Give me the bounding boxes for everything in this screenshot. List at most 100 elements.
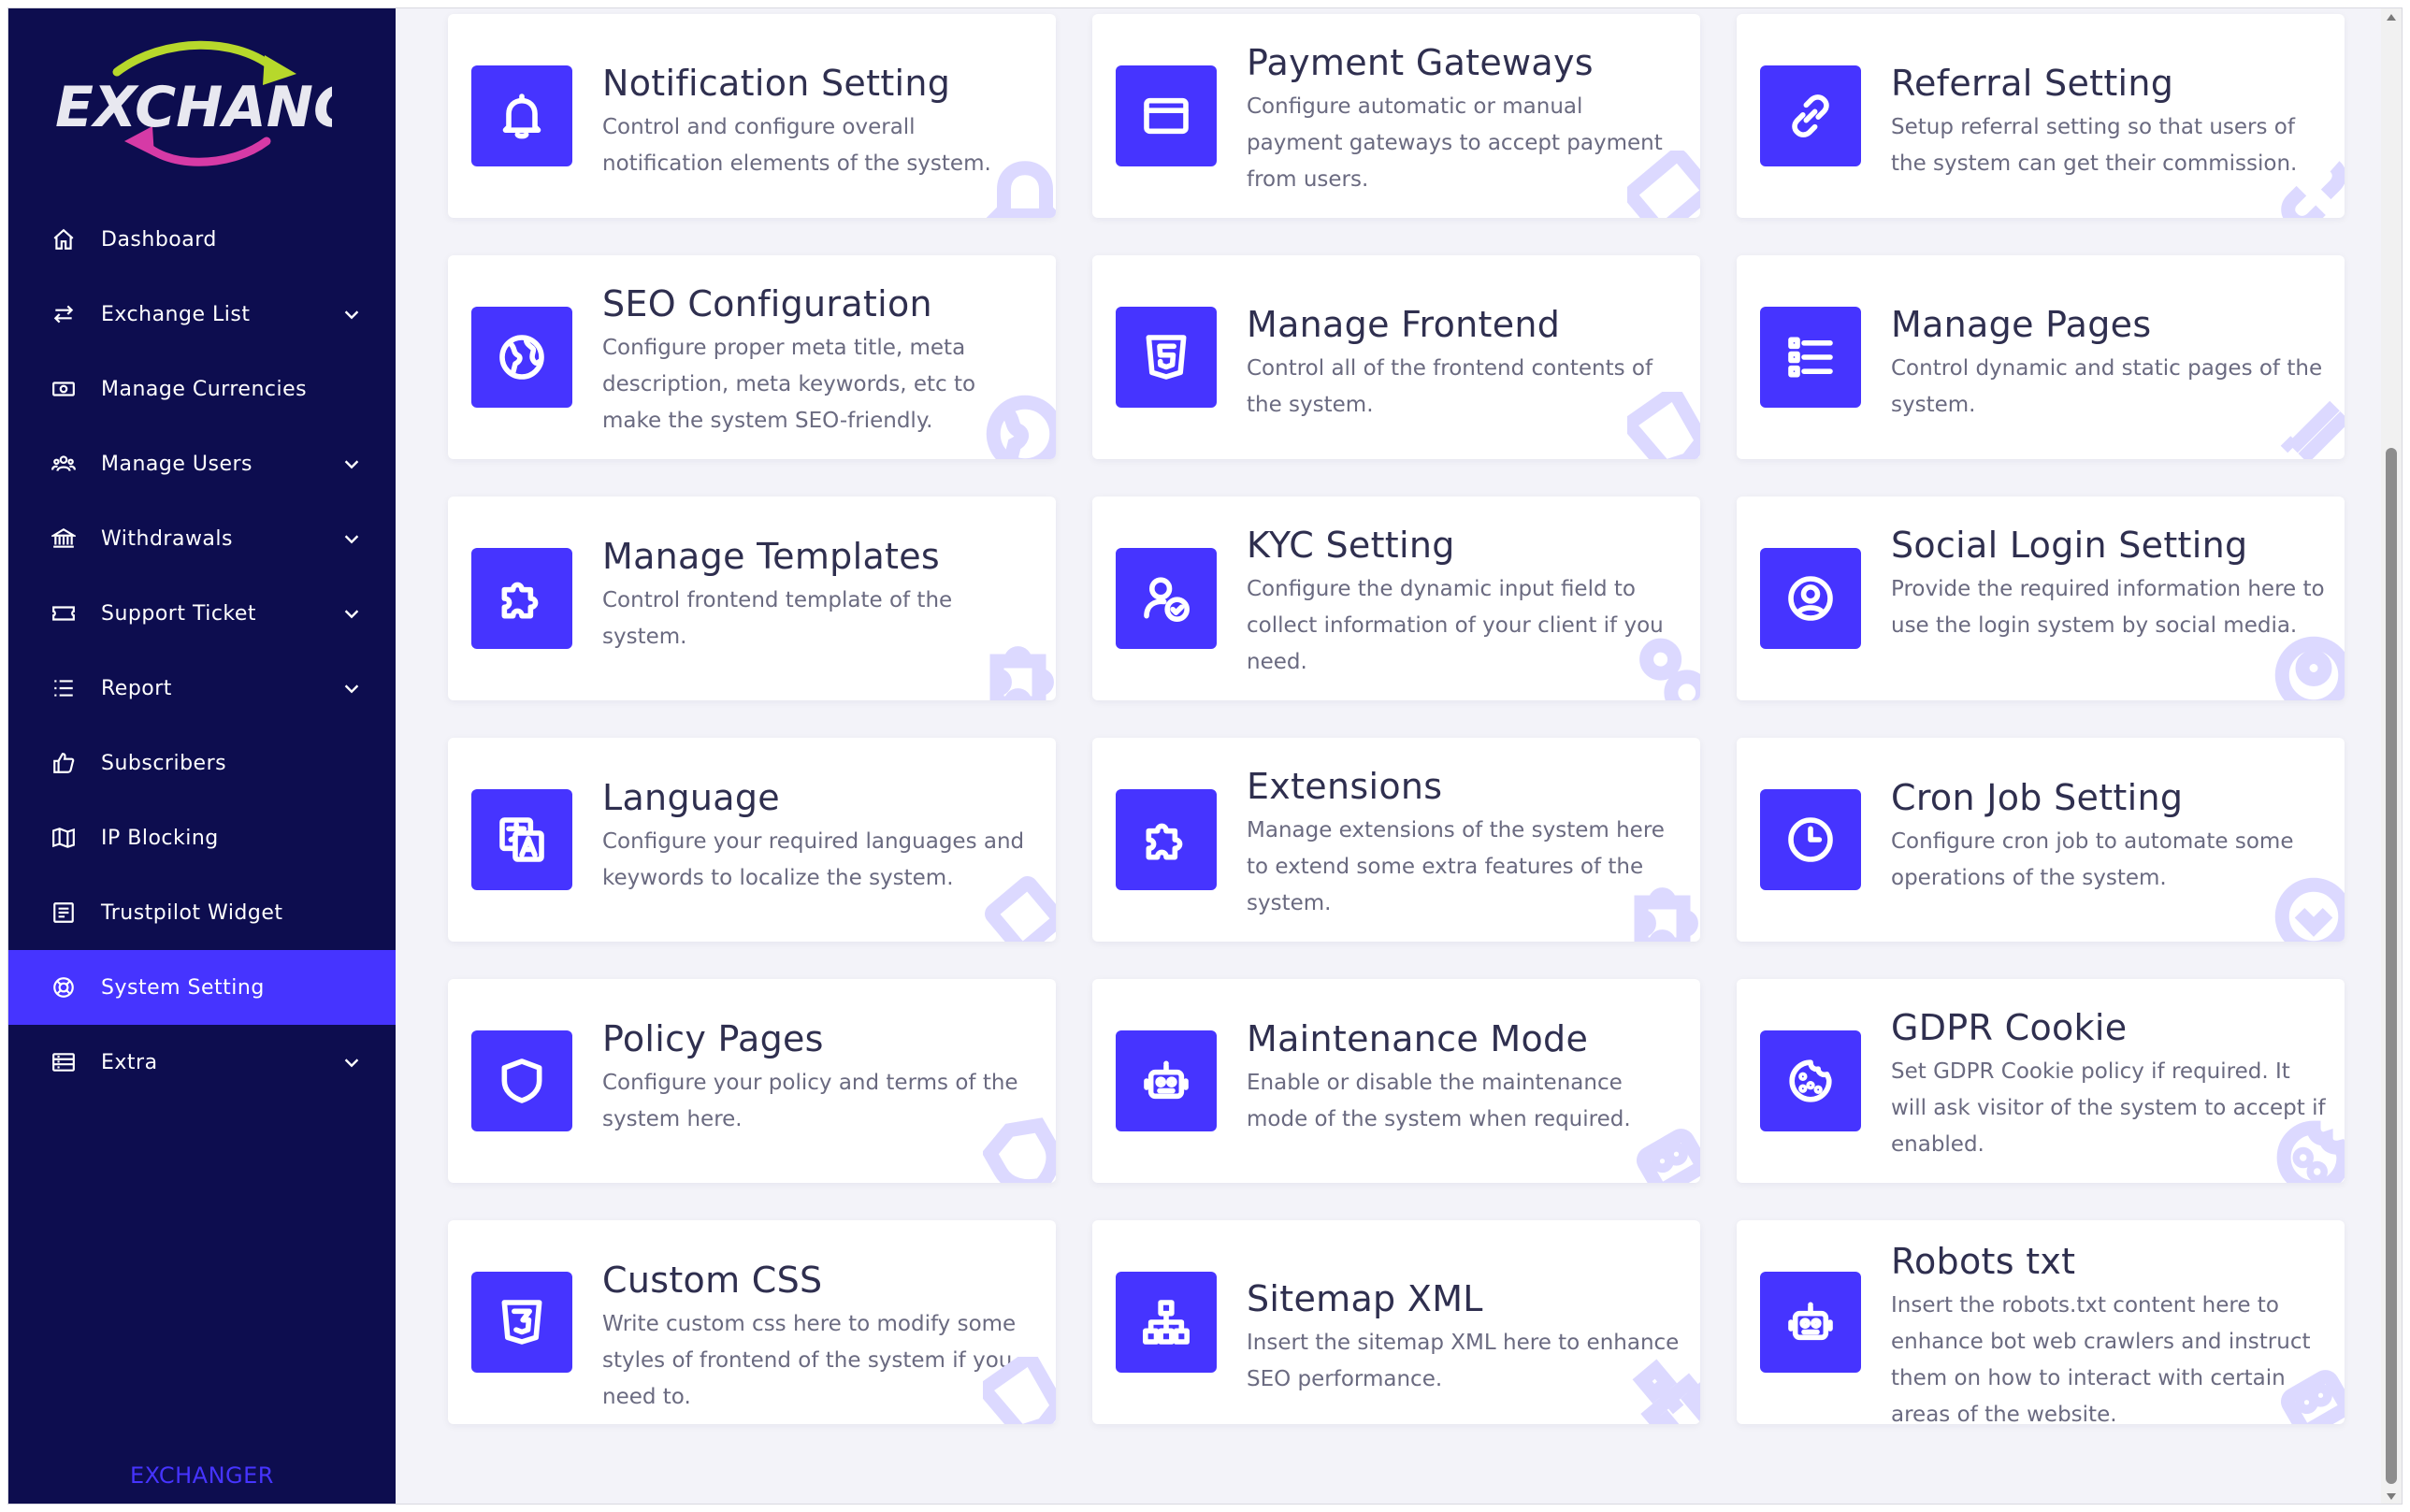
card-description: Manage extensions of the system here to …: [1247, 818, 1665, 915]
list-details-watermark-icon: [2272, 392, 2345, 459]
clock-watermark-icon: [2272, 874, 2345, 942]
card-manage-pages[interactable]: Manage Pages Control dynamic and static …: [1737, 255, 2345, 459]
sidebar-item-label: Withdrawals: [101, 526, 233, 551]
sidebar-item-label: Report: [101, 676, 172, 700]
card-gdpr-cookie[interactable]: GDPR Cookie Set GDPR Cookie policy if re…: [1737, 979, 2345, 1183]
cookie-icon: [1760, 1030, 1861, 1131]
card-title: Robots txt: [1891, 1241, 2076, 1282]
card-payment-gateways[interactable]: Payment Gateways Configure automatic or …: [1092, 14, 1700, 218]
sidebar-item-withdrawals[interactable]: Withdrawals: [8, 501, 396, 576]
card-title: KYC Setting: [1247, 525, 1455, 566]
card-title: Social Login Setting: [1891, 525, 2248, 566]
card-title: Manage Pages: [1891, 304, 2152, 345]
html5-icon: [1116, 307, 1217, 408]
logo-graphic: EXCHANGE: [55, 40, 397, 166]
thumbs-up-icon: [51, 750, 77, 776]
sidebar-item-label: System Setting: [101, 975, 265, 1000]
card-description: Control dynamic and static pages of the …: [1891, 356, 2323, 417]
card-title: Referral Setting: [1891, 63, 2174, 104]
home-icon: [51, 226, 77, 252]
credit-card-icon: [1116, 65, 1217, 166]
sidebar-item-label: Manage Users: [101, 452, 253, 476]
card-description: Configure cron job to automate some oper…: [1891, 829, 2294, 890]
card-description: Provide the required information here to…: [1891, 577, 2325, 638]
life-ring-icon: [51, 974, 77, 1001]
sitemap-icon: [1116, 1272, 1217, 1373]
card-description: Control frontend template of the system.: [602, 588, 953, 649]
chevron-down-icon: [341, 1052, 362, 1073]
card-social-login-setting[interactable]: Social Login Setting Provide the require…: [1737, 497, 2345, 700]
card-maintenance-mode[interactable]: Maintenance Mode Enable or disable the m…: [1092, 979, 1700, 1183]
scroll-down-arrow-icon[interactable]: [2387, 1493, 2396, 1500]
sidebar-item-subscribers[interactable]: Subscribers: [8, 726, 396, 800]
svg-text:EXCHANGE: EXCHANGE: [55, 75, 332, 140]
card-sitemap-xml[interactable]: Sitemap XML Insert the sitemap XML here …: [1092, 1220, 1700, 1424]
bell-watermark-icon: [983, 151, 1056, 218]
sidebar-item-manage-currencies[interactable]: Manage Currencies: [8, 352, 396, 426]
card-title: SEO Configuration: [602, 283, 932, 324]
card-robots-txt[interactable]: Robots txt Insert the robots.txt content…: [1737, 1220, 2345, 1424]
robot-icon: [1116, 1030, 1217, 1131]
card-extensions[interactable]: Extensions Manage extensions of the syst…: [1092, 738, 1700, 942]
sidebar-item-trustpilot-widget[interactable]: Trustpilot Widget: [8, 875, 396, 950]
scroll-up-arrow-icon[interactable]: [2387, 14, 2396, 21]
card-custom-css[interactable]: Custom CSS Write custom css here to modi…: [448, 1220, 1056, 1424]
card-policy-pages[interactable]: Policy Pages Configure your policy and t…: [448, 979, 1056, 1183]
card-description: Control all of the frontend contents of …: [1247, 356, 1653, 417]
card-title: Cron Job Setting: [1891, 777, 2184, 818]
bank-icon: [51, 526, 77, 552]
link-watermark-icon: [2272, 151, 2345, 218]
sidebar-item-system-setting[interactable]: System Setting: [8, 950, 396, 1025]
sidebar-footer-brand: EXCHANGER: [130, 1462, 274, 1489]
card-kyc-setting[interactable]: KYC Setting Configure the dynamic input …: [1092, 497, 1700, 700]
sidebar-item-label: Manage Currencies: [101, 377, 308, 401]
card-title: Language: [602, 777, 780, 818]
card-cron-job-setting[interactable]: Cron Job Setting Configure cron job to a…: [1737, 738, 2345, 942]
list-icon: [51, 675, 77, 701]
credit-card-watermark-icon: [1624, 148, 1700, 218]
card-title: Payment Gateways: [1247, 42, 1594, 83]
chevron-down-icon: [341, 678, 362, 698]
card-seo-configuration[interactable]: SEO Configuration Configure proper meta …: [448, 255, 1056, 459]
card-referral-setting[interactable]: Referral Setting Setup referral setting …: [1737, 14, 2345, 218]
puzzle-watermark-icon: [1627, 874, 1700, 942]
card-description: Set GDPR Cookie policy if required. It w…: [1891, 1059, 2326, 1157]
scrollbar-thumb[interactable]: [2386, 448, 2397, 1484]
sidebar-item-label: Extra: [101, 1050, 158, 1074]
card-title: Notification Setting: [602, 63, 951, 104]
chevron-down-icon: [341, 603, 362, 624]
robot-icon: [1760, 1272, 1861, 1373]
card-description: Configure your required languages and ke…: [602, 829, 1025, 890]
card-description: Setup referral setting so that users of …: [1891, 115, 2298, 176]
widget-icon: [51, 900, 77, 926]
ticket-icon: [51, 600, 77, 626]
list-details-icon: [1760, 307, 1861, 408]
language-icon: [471, 789, 572, 890]
card-title: Custom CSS: [602, 1260, 823, 1301]
sidebar-item-ip-blocking[interactable]: IP Blocking: [8, 800, 396, 875]
card-language[interactable]: Language Configure your required languag…: [448, 738, 1056, 942]
globe-icon: [471, 307, 572, 408]
card-title: Policy Pages: [602, 1018, 824, 1059]
card-description: Configure your policy and terms of the s…: [602, 1071, 1018, 1131]
card-notification-setting[interactable]: Notification Setting Control and configu…: [448, 14, 1056, 218]
sidebar-item-manage-users[interactable]: Manage Users: [8, 426, 396, 501]
money-icon: [51, 376, 77, 402]
vertical-scrollbar[interactable]: [2381, 8, 2402, 1504]
globe-watermark-icon: [983, 392, 1056, 459]
card-title: Maintenance Mode: [1247, 1018, 1589, 1059]
robot-watermark-icon: [1627, 1116, 1700, 1183]
card-manage-templates[interactable]: Manage Templates Control frontend templa…: [448, 497, 1056, 700]
card-description: Insert the sitemap XML here to enhance S…: [1247, 1331, 1680, 1391]
sidebar-item-extra[interactable]: Extra: [8, 1025, 396, 1100]
sidebar-item-report[interactable]: Report: [8, 651, 396, 726]
card-description: Configure the dynamic input field to col…: [1247, 577, 1664, 674]
card-description: Configure proper meta title, meta descri…: [602, 336, 976, 433]
card-manage-frontend[interactable]: Manage Frontend Control all of the front…: [1092, 255, 1700, 459]
brand-logo[interactable]: EXCHANGE: [51, 36, 397, 167]
sidebar-item-dashboard[interactable]: Dashboard: [8, 202, 396, 277]
puzzle-icon: [471, 548, 572, 649]
sidebar-item-exchange-list[interactable]: Exchange List: [8, 277, 396, 352]
sidebar-item-support-ticket[interactable]: Support Ticket: [8, 576, 396, 651]
sidebar-item-label: Trustpilot Widget: [101, 900, 283, 925]
